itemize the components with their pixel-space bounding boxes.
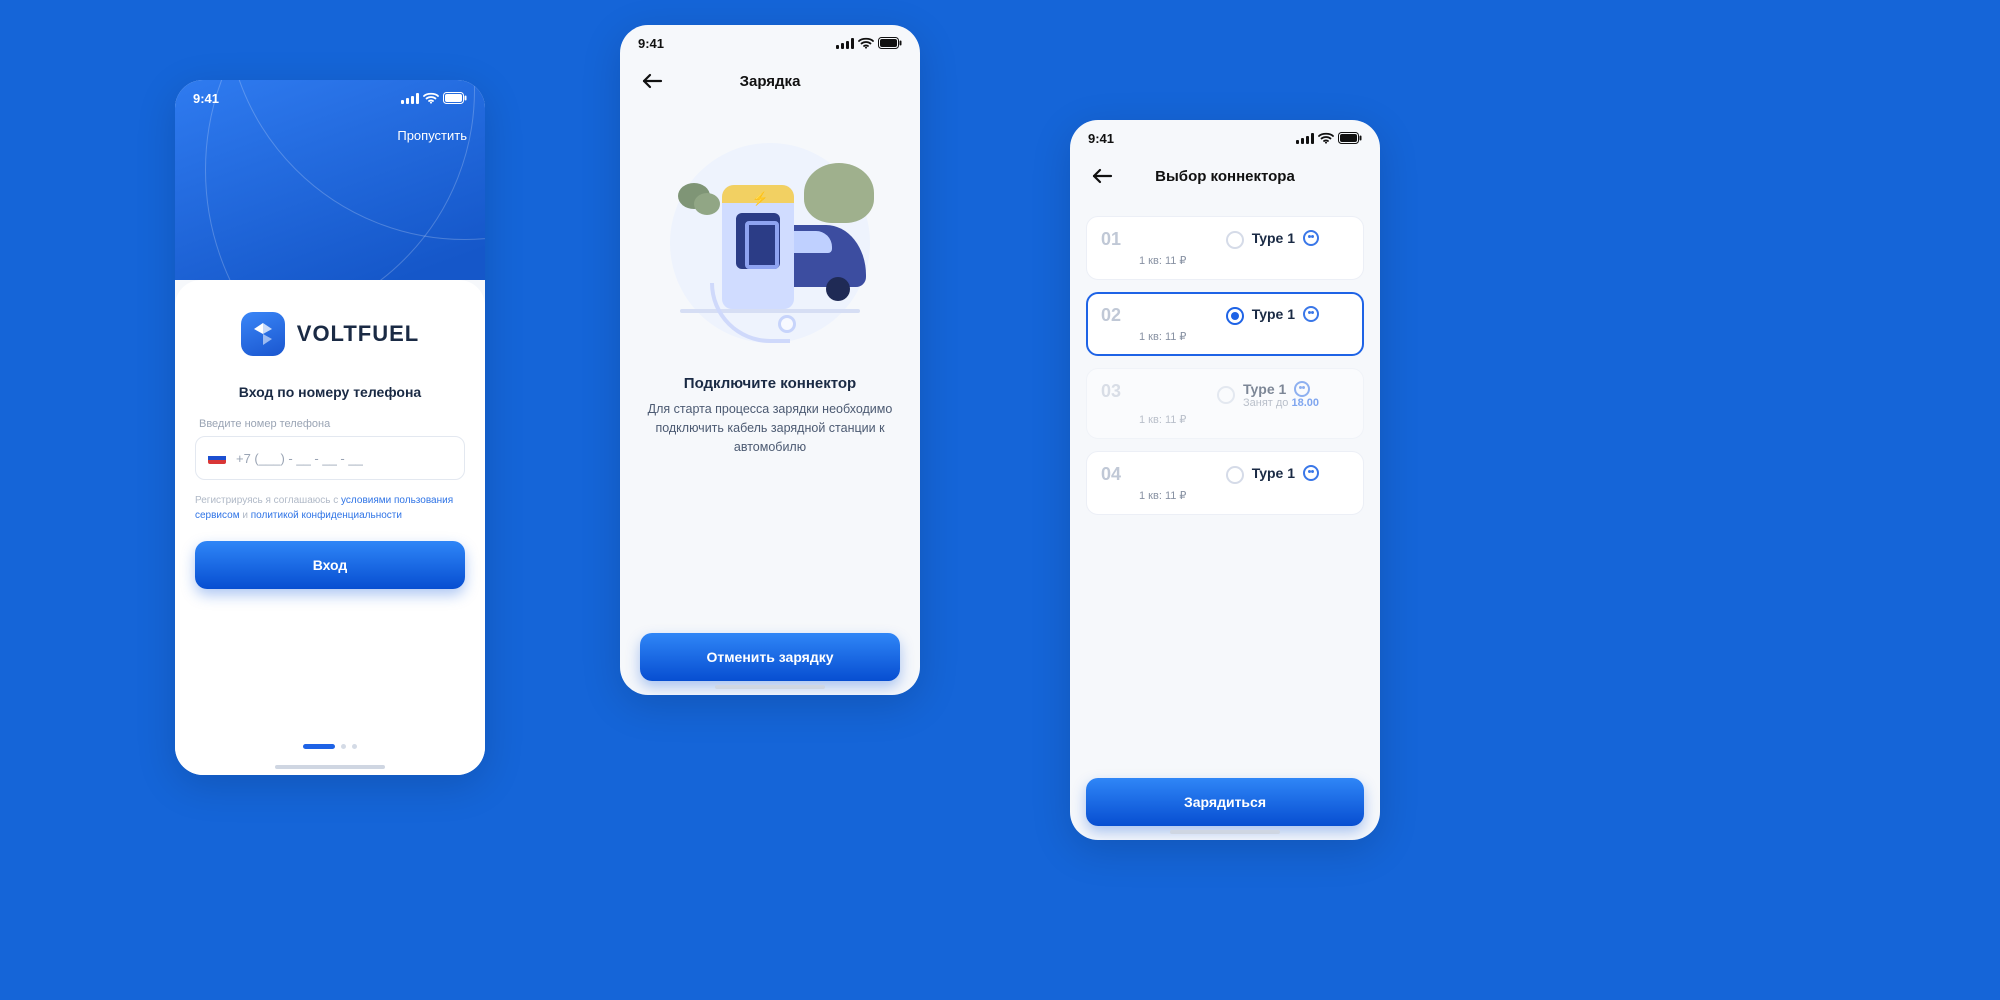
- connector-option[interactable]: 04 Type 1 1 кв: 11 ₽: [1086, 451, 1364, 515]
- signal-icon: [401, 93, 419, 104]
- login-subtitle: Вход по номеру телефона: [195, 384, 465, 400]
- connector-type-icon: [1303, 306, 1319, 322]
- plug-icon: [778, 315, 796, 333]
- brand-logo-icon: [241, 312, 285, 356]
- status-time: 9:41: [1088, 131, 1114, 146]
- screen-header: Зарядка: [620, 61, 920, 107]
- battery-icon: [1338, 132, 1362, 144]
- connector-option: 03 Type 1Занят до 18.00 1 кв: 11 ₽: [1086, 368, 1364, 439]
- arrow-left-icon: [641, 72, 663, 90]
- back-button[interactable]: [1086, 160, 1118, 192]
- page-dot[interactable]: [352, 744, 357, 749]
- arrow-left-icon: [1091, 167, 1113, 185]
- connector-number: 02: [1101, 305, 1131, 326]
- connector-number: 04: [1101, 464, 1131, 485]
- connector-body: 01 Type 1 1 кв: 11 ₽ 02 Type 1 1 кв: 11 ₽ 03 Ty…: [1070, 202, 1380, 840]
- connector-name: Type 1: [1243, 381, 1319, 397]
- connector-option[interactable]: 01 Type 1 1 кв: 11 ₽: [1086, 216, 1364, 280]
- connector-price: 1 кв: 11 ₽: [1139, 489, 1244, 502]
- flag-ru-icon: [208, 452, 226, 464]
- home-indicator: [275, 765, 385, 769]
- screen-header: Выбор коннектора: [1070, 156, 1380, 202]
- connector-screen: 9:41 Выбор коннектора 01 Type 1 1 кв: 11 ₽…: [1070, 120, 1380, 840]
- header-title: Зарядка: [740, 73, 801, 90]
- connector-type-icon: [1303, 230, 1319, 246]
- connector-list: 01 Type 1 1 кв: 11 ₽ 02 Type 1 1 кв: 11 ₽ 03 Ty…: [1086, 216, 1364, 515]
- privacy-link[interactable]: политикой конфиденциальности: [251, 510, 402, 521]
- home-indicator: [1170, 830, 1280, 834]
- connector-type-icon: [1294, 381, 1310, 397]
- instruction-title: Подключите коннектор: [640, 375, 900, 392]
- status-bar: 9:41: [1070, 120, 1380, 156]
- wifi-icon: [858, 37, 874, 49]
- brand-name: VOLTFUEL: [297, 321, 419, 347]
- page-dots: [303, 744, 357, 761]
- cancel-charge-button[interactable]: Отменить зарядку: [640, 633, 900, 681]
- page-dot[interactable]: [303, 744, 335, 749]
- connector-price: 1 кв: 11 ₽: [1139, 254, 1244, 267]
- skip-button[interactable]: Пропустить: [397, 128, 467, 143]
- battery-icon: [878, 37, 902, 49]
- status-icons: [1296, 132, 1362, 144]
- wifi-icon: [1318, 132, 1334, 144]
- connector-price: 1 кв: 11 ₽: [1139, 330, 1244, 343]
- connector-price: 1 кв: 11 ₽: [1139, 413, 1235, 426]
- status-icons: [401, 92, 467, 104]
- phone-field-label: Введите номер телефона: [199, 418, 465, 430]
- header-title: Выбор коннектора: [1155, 168, 1295, 185]
- consent-text: Регистрируясь я соглашаюсь с условиями п…: [195, 494, 465, 523]
- login-sheet: VOLTFUEL Вход по номеру телефона Введите…: [175, 280, 485, 775]
- instruction-text: Для старта процесса зарядки необходимо п…: [640, 400, 900, 456]
- page-dot[interactable]: [341, 744, 346, 749]
- connector-name: Type 1: [1252, 465, 1319, 481]
- phone-mask: +7 (___) - __ - __ - __: [236, 451, 363, 466]
- start-charge-button[interactable]: Зарядиться: [1086, 778, 1364, 826]
- status-time: 9:41: [638, 36, 664, 51]
- signal-icon: [836, 38, 854, 49]
- signal-icon: [1296, 133, 1314, 144]
- radio-indicator: [1226, 466, 1244, 484]
- brand: VOLTFUEL: [195, 312, 465, 356]
- radio-indicator: [1226, 307, 1244, 325]
- consent-pre: Регистрируясь я соглашаюсь с: [195, 495, 341, 506]
- connector-number: 03: [1101, 381, 1131, 402]
- phone-input[interactable]: +7 (___) - __ - __ - __: [195, 436, 465, 480]
- home-indicator: [715, 685, 825, 689]
- consent-mid: и: [240, 510, 251, 521]
- connector-number: 01: [1101, 229, 1131, 250]
- bolt-icon: ⚡: [752, 191, 768, 207]
- connector-name: Type 1: [1252, 230, 1319, 246]
- login-hero: 9:41 Пропустить: [175, 80, 485, 280]
- charging-illustration: ⚡: [660, 133, 880, 353]
- status-time: 9:41: [193, 91, 219, 106]
- radio-indicator: [1226, 231, 1244, 249]
- radio-indicator: [1217, 386, 1235, 404]
- connector-option[interactable]: 02 Type 1 1 кв: 11 ₽: [1086, 292, 1364, 356]
- status-bar: 9:41: [620, 25, 920, 61]
- battery-icon: [443, 92, 467, 104]
- status-bar: 9:41: [175, 80, 485, 116]
- back-button[interactable]: [636, 65, 668, 97]
- login-screen: 9:41 Пропустить VOLTFUEL Вход по номеру: [175, 80, 485, 775]
- connector-type-icon: [1303, 465, 1319, 481]
- wifi-icon: [423, 92, 439, 104]
- charging-body: ⚡ Подключите коннектор Для старта процес…: [620, 107, 920, 695]
- charging-screen: 9:41 Зарядка ⚡ Подключите коннектор Д: [620, 25, 920, 695]
- connector-name: Type 1: [1252, 306, 1319, 322]
- login-button[interactable]: Вход: [195, 541, 465, 589]
- connector-busy: Занят до 18.00: [1243, 397, 1319, 409]
- status-icons: [836, 37, 902, 49]
